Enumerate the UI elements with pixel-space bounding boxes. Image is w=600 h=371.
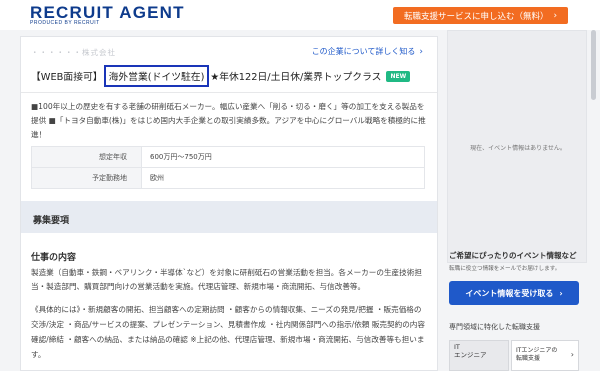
table-row: 予定勤務地 欧州 <box>31 167 425 189</box>
right-sidebar: 現在、イベント情報はありません。 <box>447 30 597 371</box>
table-header-cell: 想定年収 <box>31 146 142 168</box>
scrollbar-thumb[interactable] <box>591 30 596 100</box>
logo-sub: PRODUCED BY RECRUIT <box>30 20 100 26</box>
job-title-prefix: 【WEB面接可】 <box>31 72 103 83</box>
receive-event-info-button[interactable]: イベント情報を受け取る › <box>449 281 579 305</box>
banner-line1: IT <box>454 343 460 351</box>
job-title-highlight: 海外営業(ドイツ駐在) <box>103 65 210 87</box>
job-info-table: 想定年収 600万円〜750万円 予定勤務地 欧州 <box>31 146 425 189</box>
specialty-title: 専門領域に特化した転職支援 <box>449 323 540 331</box>
divider <box>21 92 437 93</box>
apply-service-label: 転職支援サービスに申し込む（無料） <box>403 11 549 22</box>
chevron-right-icon: › <box>553 10 558 21</box>
receive-event-info-label: イベント情報を受け取る <box>465 288 554 298</box>
job-content-text: 製造業（自動車・鉄鋼・ベアリンク・半導体`など）を対象に研削砥石の営業活動を担当… <box>31 268 422 291</box>
sub-heading: 仕事の内容 <box>31 253 77 263</box>
chevron-right-icon: › <box>570 350 574 359</box>
support-link-line2: 転職支援 <box>516 355 541 362</box>
it-engineer-banner[interactable]: IT エンジニア <box>449 340 509 371</box>
about-company-link[interactable]: この企業について詳しく知る › <box>312 46 423 57</box>
table-cell: 欧州 <box>141 167 425 189</box>
job-content-detail-text: 《具体的には》・新規顧客の開拓、担当顧客への定期訪問 ・顧客からの情報収集、ニー… <box>31 305 425 359</box>
it-engineer-support-link[interactable]: ITエンジニアの 転職支援 › <box>511 340 579 371</box>
table-header-cell: 予定勤務地 <box>31 167 142 189</box>
event-placeholder: 現在、イベント情報はありません。 <box>470 145 566 152</box>
recruit-agent-logo[interactable]: RECRUIT AGENT PRODUCED BY RECRUIT <box>30 3 184 27</box>
company-name: ・・・・・・株式会社 <box>31 48 116 57</box>
table-cell: 600万円〜750万円 <box>141 146 425 168</box>
job-title-suffix: ★年休122日/土日休/業界トップクラス <box>210 72 382 83</box>
site-header: RECRUIT AGENT PRODUCED BY RECRUIT 転職支援サー… <box>0 0 600 30</box>
apply-service-button[interactable]: 転職支援サービスに申し込む（無料） › <box>393 7 568 24</box>
job-title: 【WEB面接可】 海外営業(ドイツ駐在) ★年休122日/土日休/業界トップクラ… <box>31 65 411 87</box>
event-note-subtitle: 転職に役立つ情報をメールでお届けします。 <box>449 266 561 272</box>
chevron-right-icon: › <box>419 46 423 57</box>
event-panel: 現在、イベント情報はありません。 <box>447 30 587 263</box>
job-description: ■100年以上の歴史を有する老舗の研削砥石メーカー。幅広い産業へ「削る・切る・磨… <box>31 102 426 139</box>
about-company-label: この企業について詳しく知る <box>311 47 416 56</box>
event-note-title: ご希望にぴったりのイベント情報など <box>449 251 577 260</box>
table-row: 想定年収 600万円〜750万円 <box>31 146 425 168</box>
new-badge: NEW <box>386 70 411 82</box>
chevron-right-icon: › <box>559 288 563 298</box>
banner-line2: エンジニア <box>454 351 487 359</box>
section-heading: 募集要項 <box>21 201 437 233</box>
support-link-line1: ITエンジニアの <box>516 347 558 354</box>
